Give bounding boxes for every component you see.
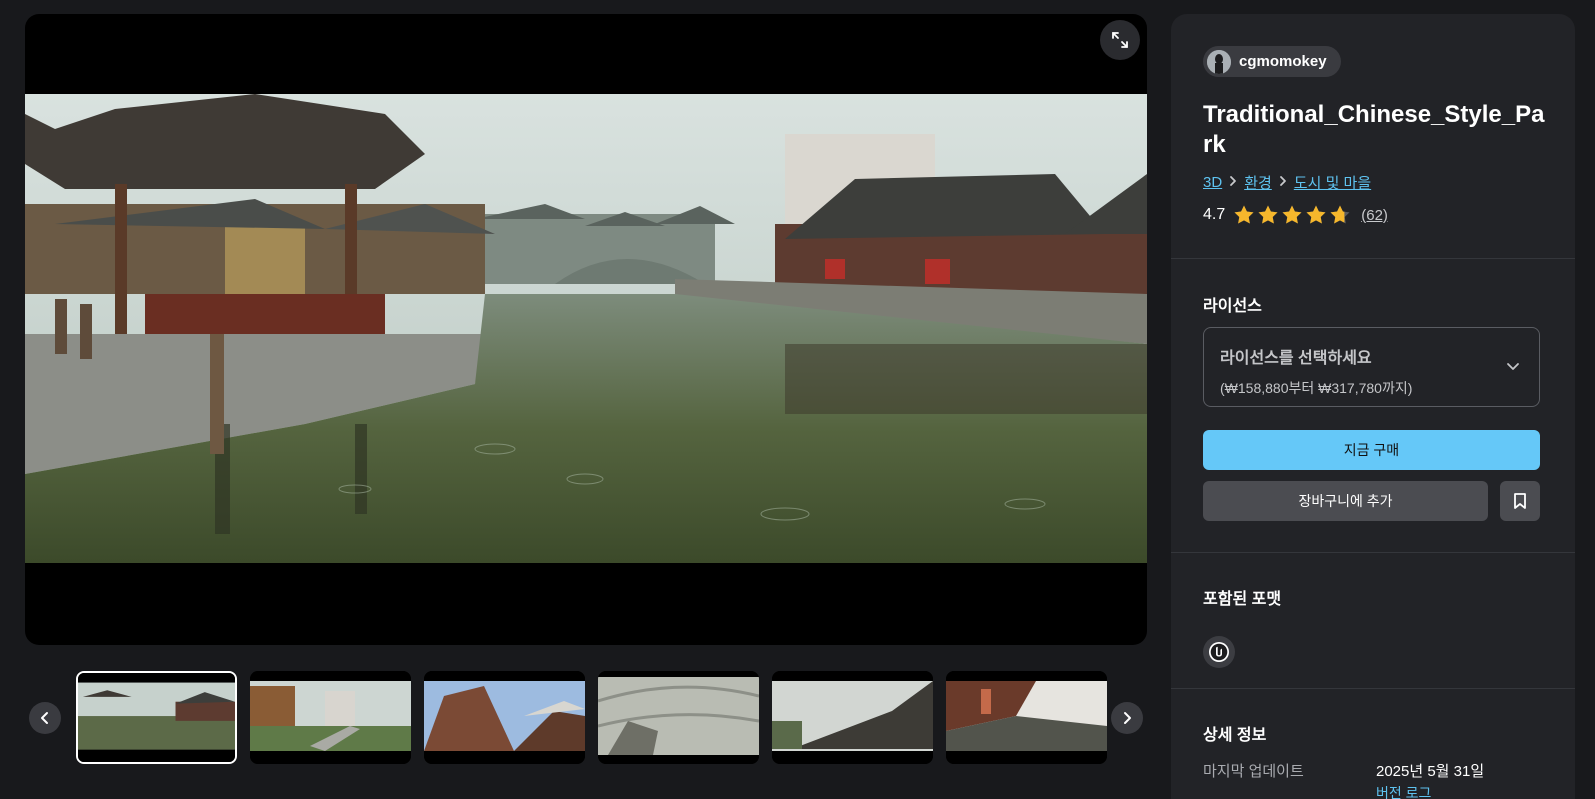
license-heading: 라이선스	[1203, 298, 1262, 315]
author-name: cgmomokey	[1239, 53, 1327, 70]
chevron-right-icon	[1124, 712, 1131, 724]
expand-icon	[1112, 32, 1128, 48]
license-select-label: 라이선스를 선택하세요	[1220, 350, 1372, 367]
license-select[interactable]: 라이선스를 선택하세요 (₩158,880부터 ₩317,780까지)	[1203, 327, 1540, 407]
bookmark-icon	[1514, 493, 1526, 509]
thumbnail-next-button[interactable]	[1111, 702, 1143, 734]
breadcrumb-city-village[interactable]: 도시 및 마을	[1294, 172, 1371, 193]
avatar-image	[1207, 49, 1231, 74]
chevron-down-icon	[1507, 363, 1519, 370]
rating-stars	[1233, 204, 1351, 226]
product-panel: cgmomokey Traditional_Chinese_Style_Park…	[1171, 14, 1575, 799]
divider	[1171, 258, 1575, 259]
divider	[1171, 688, 1575, 689]
thumbnail-4[interactable]	[598, 671, 759, 764]
chevron-right-icon	[1228, 174, 1238, 191]
detail-key: 마지막 업데이트	[1203, 763, 1304, 780]
thumbnail-strip	[25, 671, 1147, 766]
bookmark-button[interactable]	[1500, 481, 1540, 521]
details-heading: 상세 정보	[1203, 727, 1267, 744]
license-price-range: (₩158,880부터 ₩317,780까지)	[1220, 380, 1413, 396]
author-chip[interactable]: cgmomokey	[1203, 46, 1341, 77]
thumbnail-list	[76, 671, 1124, 766]
buy-now-button[interactable]: 지금 구매	[1203, 430, 1540, 470]
fullscreen-button[interactable]	[1100, 20, 1140, 60]
thumbnail-image	[250, 671, 411, 764]
rating-row: 4.7 (62)	[1203, 204, 1388, 226]
star-icon	[1282, 205, 1302, 224]
chevron-right-icon	[1278, 174, 1288, 191]
breadcrumb: 3D 환경 도시 및 마을	[1203, 172, 1371, 193]
thumbnail-prev-button[interactable]	[29, 702, 61, 734]
detail-value: 2025년 5월 31일	[1376, 763, 1485, 780]
thumbnail-image	[946, 671, 1107, 764]
thumbnail-3[interactable]	[424, 671, 585, 764]
thumbnail-image	[78, 673, 235, 762]
thumbnail-6[interactable]	[946, 671, 1107, 764]
star-icon	[1234, 205, 1254, 224]
chevron-left-icon	[41, 712, 48, 724]
main-preview-image[interactable]	[25, 94, 1147, 563]
thumbnail-2[interactable]	[250, 671, 411, 764]
star-icon	[1258, 205, 1278, 224]
unreal-engine-icon	[1203, 636, 1235, 668]
divider	[1171, 552, 1575, 553]
product-title: Traditional_Chinese_Style_Park	[1203, 101, 1545, 158]
image-viewer	[25, 14, 1147, 645]
star-icon	[1330, 205, 1350, 224]
thumbnail-image	[424, 671, 585, 764]
star-icon	[1306, 205, 1326, 224]
thumbnail-image	[772, 671, 933, 764]
breadcrumb-3d[interactable]: 3D	[1203, 174, 1222, 191]
detail-last-updated: 마지막 업데이트 2025년 5월 31일	[1203, 760, 1543, 781]
add-to-cart-button[interactable]: 장바구니에 추가	[1203, 481, 1488, 521]
thumbnail-1[interactable]	[76, 671, 237, 764]
avatar	[1207, 49, 1231, 74]
version-log-link[interactable]: 버전 로그	[1376, 783, 1431, 799]
thumbnail-5[interactable]	[772, 671, 933, 764]
review-count-link[interactable]: (62)	[1361, 207, 1388, 224]
rating-value: 4.7	[1203, 206, 1226, 223]
thumbnail-image	[598, 671, 759, 764]
breadcrumb-environment[interactable]: 환경	[1244, 172, 1272, 193]
formats-heading: 포함된 포맷	[1203, 591, 1282, 608]
